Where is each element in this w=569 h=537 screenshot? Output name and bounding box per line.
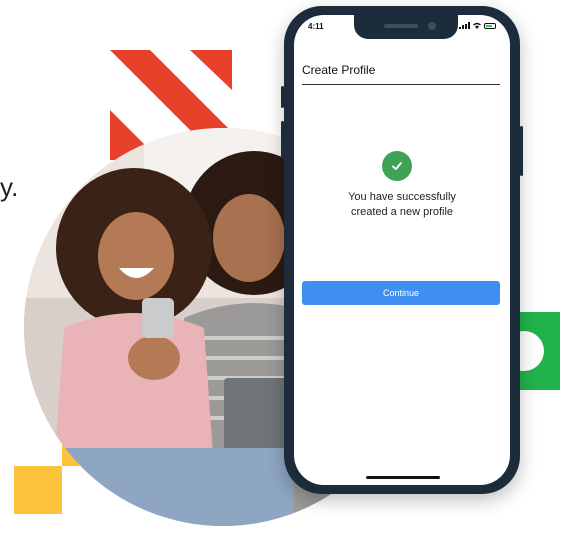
status-bar-time: 4:11 (308, 22, 324, 31)
phone-screen: 4:11 Create Profile You have successfull… (294, 15, 510, 485)
header-divider (302, 84, 500, 85)
yellow-square-decoration (14, 466, 62, 514)
status-bar-icons (459, 22, 496, 29)
success-message-line: created a new profile (350, 206, 454, 218)
green-shape-decoration (518, 312, 560, 390)
speaker-grille (384, 24, 418, 28)
phone-notch (354, 15, 458, 39)
signal-icon (459, 22, 470, 29)
wifi-icon (473, 22, 481, 29)
home-indicator (366, 476, 440, 479)
page-title: Create Profile (302, 63, 376, 77)
phone-mockup: 4:11 Create Profile You have successfull… (281, 6, 523, 494)
success-message-line: You have successfully (348, 191, 456, 203)
continue-button[interactable]: Continue (302, 281, 500, 305)
tagline-fragment: y. (0, 172, 19, 202)
phone-volume-button (281, 121, 284, 159)
success-message: You have successfully created a new prof… (304, 190, 500, 220)
battery-icon (484, 22, 496, 29)
phone-side-button (281, 86, 284, 108)
front-camera (428, 22, 436, 30)
phone-power-button (520, 126, 523, 176)
checkmark-icon (382, 151, 412, 181)
